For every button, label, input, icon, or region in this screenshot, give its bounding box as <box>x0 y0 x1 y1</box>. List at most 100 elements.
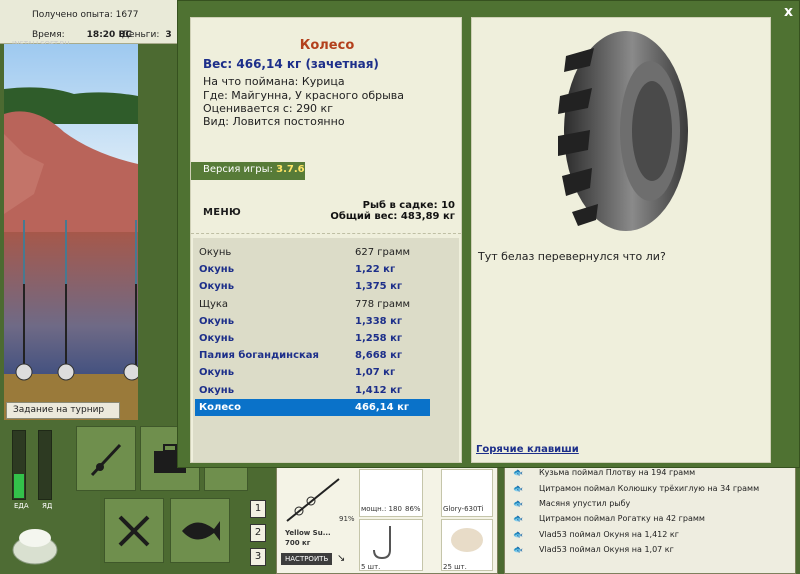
bait-count: 25 шт. <box>443 563 467 571</box>
version-badge: Версия игры: 3.7.6 <box>191 162 305 180</box>
version-label: Версия игры: <box>203 164 273 175</box>
catch-row-name: Окунь <box>199 264 235 276</box>
catch-row-name: Окунь <box>199 315 235 327</box>
hotkeys-link[interactable]: Горячие клавиши <box>476 444 579 455</box>
catch-row-name: Палия богандинская <box>199 350 319 362</box>
hooks-count: 5 шт. <box>361 563 381 571</box>
drag-arrow-icon: ↘ <box>337 553 346 564</box>
reel-power: мощн.: 180 <box>361 505 402 513</box>
catch-row-weight: 627 грамм <box>355 247 411 258</box>
fish-icon: 🐟 <box>513 545 523 555</box>
net-stats: Рыб в садке: 10 Общий вес: 483,89 кг <box>330 200 455 222</box>
catch-row[interactable]: Окунь 1,07 кг <box>195 364 430 381</box>
slot-2-button[interactable]: 2 <box>250 524 266 542</box>
catch-row[interactable]: Щука 778 грамм <box>195 296 430 313</box>
experience-label: Получено опыта: 1677 <box>32 10 139 20</box>
food-meter-fill <box>14 474 24 498</box>
fish-icon: 🐟 <box>513 514 523 524</box>
rod-weight: 700 кг <box>285 539 311 547</box>
durability-value: 91% <box>339 515 355 523</box>
catch-row-weight: 1,258 кг <box>355 333 403 344</box>
chat-text: Vlad53 поймал Окуня на 1,07 кг <box>539 545 674 555</box>
close-button[interactable]: x <box>784 4 793 20</box>
fish-icon[interactable] <box>170 498 230 563</box>
money-label: Деньги: <box>122 30 160 40</box>
chat-text: Цитрамон поймал Рогатку на 42 грамм <box>539 514 705 524</box>
setup-button[interactable]: НАСТРОИТЬ <box>281 553 333 565</box>
kind-text: Вид: Ловится постоянно <box>203 115 345 128</box>
catch-row-weight: 778 грамм <box>355 298 411 310</box>
bowl-icon[interactable] <box>10 518 60 568</box>
catch-row-weight: 1,22 кг <box>355 264 396 276</box>
tournament-task-button[interactable]: Задание на турнир <box>6 402 120 419</box>
catch-weight: Вес: 466,14 кг (зачетная) <box>203 57 379 71</box>
slot-1-button[interactable]: 1 <box>250 500 266 518</box>
valued-from-text: Оценивается с: 290 кг <box>203 102 333 115</box>
time-display: Время: 18:20 ВС <box>32 30 132 40</box>
catch-row-name: Окунь <box>199 333 235 344</box>
eat-icon[interactable] <box>104 498 164 563</box>
slot-3-button[interactable]: 3 <box>250 548 266 566</box>
chat-text: Масяня упустил рыбу <box>539 498 631 508</box>
catch-list: Окунь 627 грамм Окунь 1,22 кг Окунь 1,375 кг Щ… <box>193 238 459 462</box>
poison-meter <box>38 430 52 500</box>
catch-row[interactable]: Окунь 1,412 кг <box>195 382 430 399</box>
rod-icon[interactable] <box>283 475 343 525</box>
line-name: Glory-630Ti <box>443 505 484 513</box>
chat-text: Vlad53 поймал Окуня на 1,412 кг <box>539 529 679 539</box>
reel-percent: 86% <box>405 505 421 513</box>
catch-row-weight: 466,14 кг <box>355 401 410 413</box>
fishing-scene <box>4 44 138 420</box>
total-weight: Общий вес: 483,89 кг <box>330 211 455 222</box>
catch-row-name: Щука <box>199 298 229 310</box>
catch-row[interactable]: Окунь 1,338 кг <box>195 313 430 330</box>
tire-image <box>546 26 696 236</box>
rod-name: Yellow Su... <box>285 529 331 537</box>
catch-title: Колесо <box>299 38 355 53</box>
fish-icon: 🐟 <box>513 498 523 508</box>
chat-message: 🐟 Масяня упустил рыбу <box>513 496 795 511</box>
rods-icon[interactable] <box>76 426 136 491</box>
fish-in-net: Рыб в садке: 10 <box>362 200 455 211</box>
catch-image-pane: Тут белаз перевернулся что ли? Горячие к… <box>471 17 771 463</box>
catch-row[interactable]: Колесо 466,14 кг <box>195 398 430 416</box>
caught-on-text: На что поймана: Курица <box>203 75 345 88</box>
fish-icon: 🐟 <box>513 468 523 478</box>
catch-comment: Тут белаз перевернулся что ли? <box>478 250 666 263</box>
poison-label: ЯД <box>42 502 53 510</box>
catch-row[interactable]: Окунь 627 грамм <box>195 244 430 261</box>
time-label: Время: <box>32 30 65 40</box>
catch-row-name: Окунь <box>199 281 235 293</box>
tackle-panel: 91% Yellow Su... 700 кг НАСТРОИТЬ ↘ мощн… <box>276 466 498 574</box>
food-meter <box>12 430 26 500</box>
version-value: 3.7.6 <box>276 164 305 175</box>
catch-row[interactable]: Окунь 1,375 кг <box>195 278 430 295</box>
chat-text: Цитрамон поймал Колюшку трёхиглую на 34 … <box>539 483 760 493</box>
chat-message: 🐟 Цитрамон поймал Рогатку на 42 грамм <box>513 511 795 526</box>
catch-info-pane: Колесо Вес: 466,14 кг (зачетная) На что … <box>190 17 462 463</box>
catch-row[interactable]: Палия богандинская 8,668 кг <box>195 347 430 364</box>
catch-row-name: Окунь <box>199 247 232 258</box>
chat-message: 🐟 Vlad53 поймал Окуня на 1,412 кг <box>513 527 795 542</box>
catch-row-name: Окунь <box>199 367 235 379</box>
catch-row-weight: 1,375 кг <box>355 281 403 293</box>
catch-row-weight: 1,338 кг <box>355 315 403 327</box>
catch-row-weight: 1,412 кг <box>355 384 403 396</box>
chat-text: Кузьма поймал Плотву на 194 грамм <box>539 468 696 478</box>
catch-row-weight: 8,668 кг <box>355 350 403 362</box>
chat-message: 🐟 Цитрамон поймал Колюшку трёхиглую на 34… <box>513 480 795 495</box>
menu-button[interactable]: МЕНЮ <box>203 207 241 218</box>
location-text: Где: Майгунна, У красного обрыва <box>203 89 405 102</box>
catch-row[interactable]: Окунь 1,22 кг <box>195 261 430 278</box>
catch-row-weight: 1,07 кг <box>355 367 396 379</box>
chat-message: 🐟 Vlad53 поймал Окуня на 1,07 кг <box>513 542 795 557</box>
catch-row-name: Колесо <box>199 401 241 413</box>
food-label: ЕДА <box>14 502 29 510</box>
catch-row-name: Окунь <box>199 384 235 396</box>
divider <box>191 233 461 234</box>
money-value: 3 <box>165 30 172 40</box>
fish-icon: 🐟 <box>513 483 523 493</box>
money-display: Деньги: 3 <box>122 30 172 40</box>
fish-icon: 🐟 <box>513 529 523 539</box>
catch-row[interactable]: Окунь 1,258 кг <box>195 330 430 347</box>
